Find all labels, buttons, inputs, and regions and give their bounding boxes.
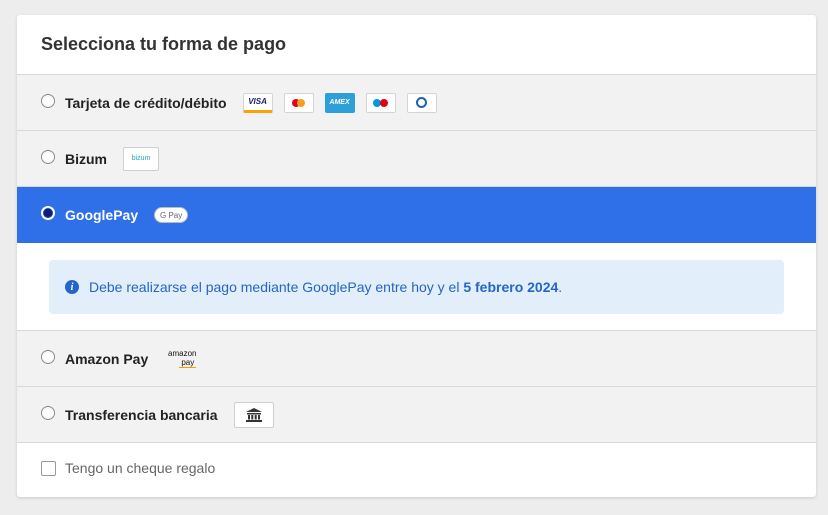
mastercard-logo	[283, 92, 314, 113]
radio-amazonpay[interactable]	[41, 349, 55, 364]
option-card[interactable]: Tarjeta de crédito/débito VISA AMEX	[17, 75, 816, 131]
radio-transfer[interactable]	[41, 405, 55, 420]
info-icon: i	[65, 280, 79, 294]
bank-icon	[233, 401, 274, 428]
googlepay-info-section: i Debe realizarse el pago mediante Googl…	[17, 243, 816, 331]
option-bizum-label: Bizum	[65, 150, 107, 167]
bizum-logo: bizum	[123, 146, 159, 171]
page-title: Selecciona tu forma de pago	[17, 15, 816, 75]
option-transfer-label: Transferencia bancaria	[65, 406, 218, 423]
gift-cheque-row[interactable]: Tengo un cheque regalo	[17, 443, 816, 493]
radio-googlepay[interactable]	[41, 206, 55, 220]
card-logos: VISA AMEX	[242, 92, 437, 113]
payment-card: Selecciona tu forma de pago Tarjeta de c…	[17, 15, 816, 497]
diners-logo	[406, 92, 437, 113]
visa-logo: VISA	[242, 92, 273, 113]
gift-cheque-label[interactable]: Tengo un cheque regalo	[65, 460, 215, 476]
option-googlepay-label: GooglePay	[65, 207, 139, 223]
googlepay-logo: G Pay	[154, 207, 189, 223]
option-bizum[interactable]: Bizum bizum	[17, 131, 816, 187]
option-amazonpay[interactable]: Amazon Pay amazon pay	[17, 331, 816, 387]
option-transfer[interactable]: Transferencia bancaria	[17, 387, 816, 443]
info-date: 5 febrero 2024	[463, 279, 559, 295]
option-amazonpay-label: Amazon Pay	[65, 350, 149, 367]
option-card-label: Tarjeta de crédito/débito	[65, 94, 227, 111]
option-googlepay[interactable]: GooglePay G Pay	[17, 187, 816, 243]
info-text: Debe realizarse el pago mediante GoogleP…	[89, 279, 563, 295]
amex-logo: AMEX	[324, 92, 355, 113]
maestro-logo	[365, 92, 396, 113]
info-message: i Debe realizarse el pago mediante Googl…	[49, 260, 784, 314]
gift-cheque-checkbox[interactable]	[41, 460, 56, 476]
radio-bizum[interactable]	[41, 149, 55, 164]
radio-card[interactable]	[41, 93, 55, 108]
amazonpay-logo: amazon pay	[168, 349, 197, 368]
